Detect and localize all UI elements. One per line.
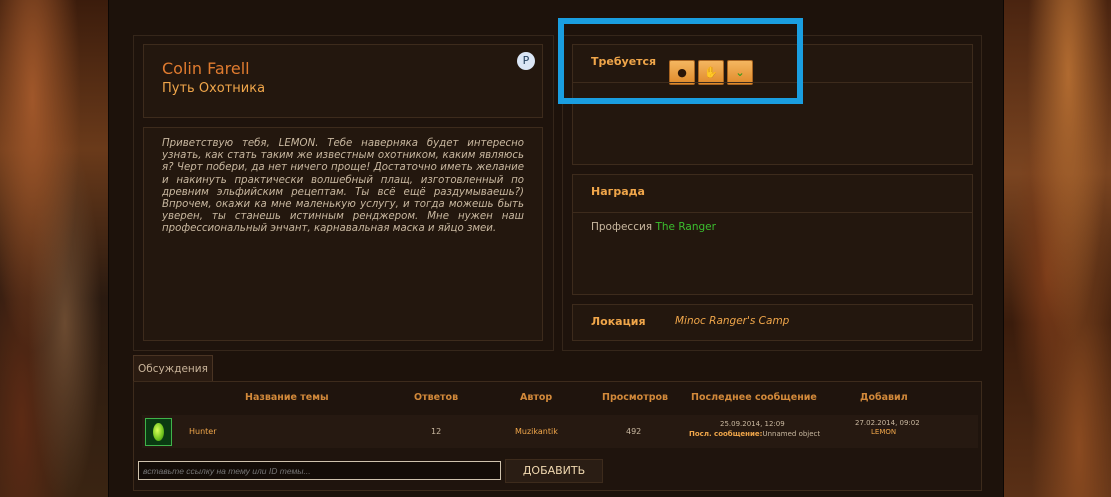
replies-count: 12 — [431, 427, 442, 436]
col-topic: Название темы — [245, 392, 329, 403]
p-badge-icon[interactable]: P — [517, 52, 535, 70]
last-message-date: 25.09.2014, 12:09 — [720, 420, 785, 428]
npc-header: Colin Farell Путь Охотника P — [143, 44, 543, 118]
topic-link[interactable]: Hunter — [189, 427, 217, 436]
table-row[interactable]: Hunter 12 Muzikantik 492 25.09.2014, 12:… — [142, 415, 978, 448]
added-by-link[interactable]: LEMON — [871, 428, 896, 436]
views-count: 492 — [626, 427, 642, 436]
npc-quest-title: Путь Охотника — [162, 81, 266, 96]
npc-name: Colin Farell — [162, 59, 250, 78]
add-button[interactable]: ДОБАВИТЬ — [505, 459, 603, 483]
location-label: Локация — [591, 315, 646, 328]
author-link[interactable]: Muzikantik — [515, 427, 558, 436]
quest-text: Приветствую тебя, LEMON. Тебе наверняка … — [162, 138, 524, 235]
col-last-message: Последнее сообщение — [691, 392, 817, 403]
divider — [573, 212, 972, 213]
left-artwork — [0, 0, 108, 497]
location-value[interactable]: Minoc Ranger's Camp — [675, 315, 789, 327]
reward-panel: Награда Профессия The Ranger — [572, 174, 973, 295]
reward-title: Награда — [591, 185, 645, 198]
quest-description: Приветствую тебя, LEMON. Тебе наверняка … — [143, 127, 543, 341]
col-replies: Ответов — [414, 392, 459, 403]
right-artwork — [1004, 0, 1111, 497]
last-message-line: Посл. сообщение:Unnamed object — [689, 430, 820, 438]
col-added-by: Добавил — [860, 392, 908, 403]
reward-profession-link[interactable]: The Ranger — [655, 221, 715, 233]
reward-line: Профессия The Ranger — [591, 221, 716, 233]
col-views: Просмотров — [602, 392, 669, 403]
topic-link-input[interactable] — [138, 461, 501, 480]
npc-column: Colin Farell Путь Охотника P Приветствую… — [133, 35, 554, 351]
added-date: 27.02.2014, 09:02 — [855, 419, 920, 427]
last-message-object[interactable]: Unnamed object — [762, 430, 820, 438]
tab-discussions[interactable]: Обсуждения — [133, 355, 213, 381]
requirements-highlight — [558, 18, 803, 104]
topic-icon — [145, 418, 172, 446]
location-panel: Локация Minoc Ranger's Camp — [572, 304, 973, 341]
col-author: Автор — [520, 392, 553, 403]
last-message-label: Посл. сообщение: — [689, 430, 763, 438]
reward-label: Профессия — [591, 221, 653, 233]
